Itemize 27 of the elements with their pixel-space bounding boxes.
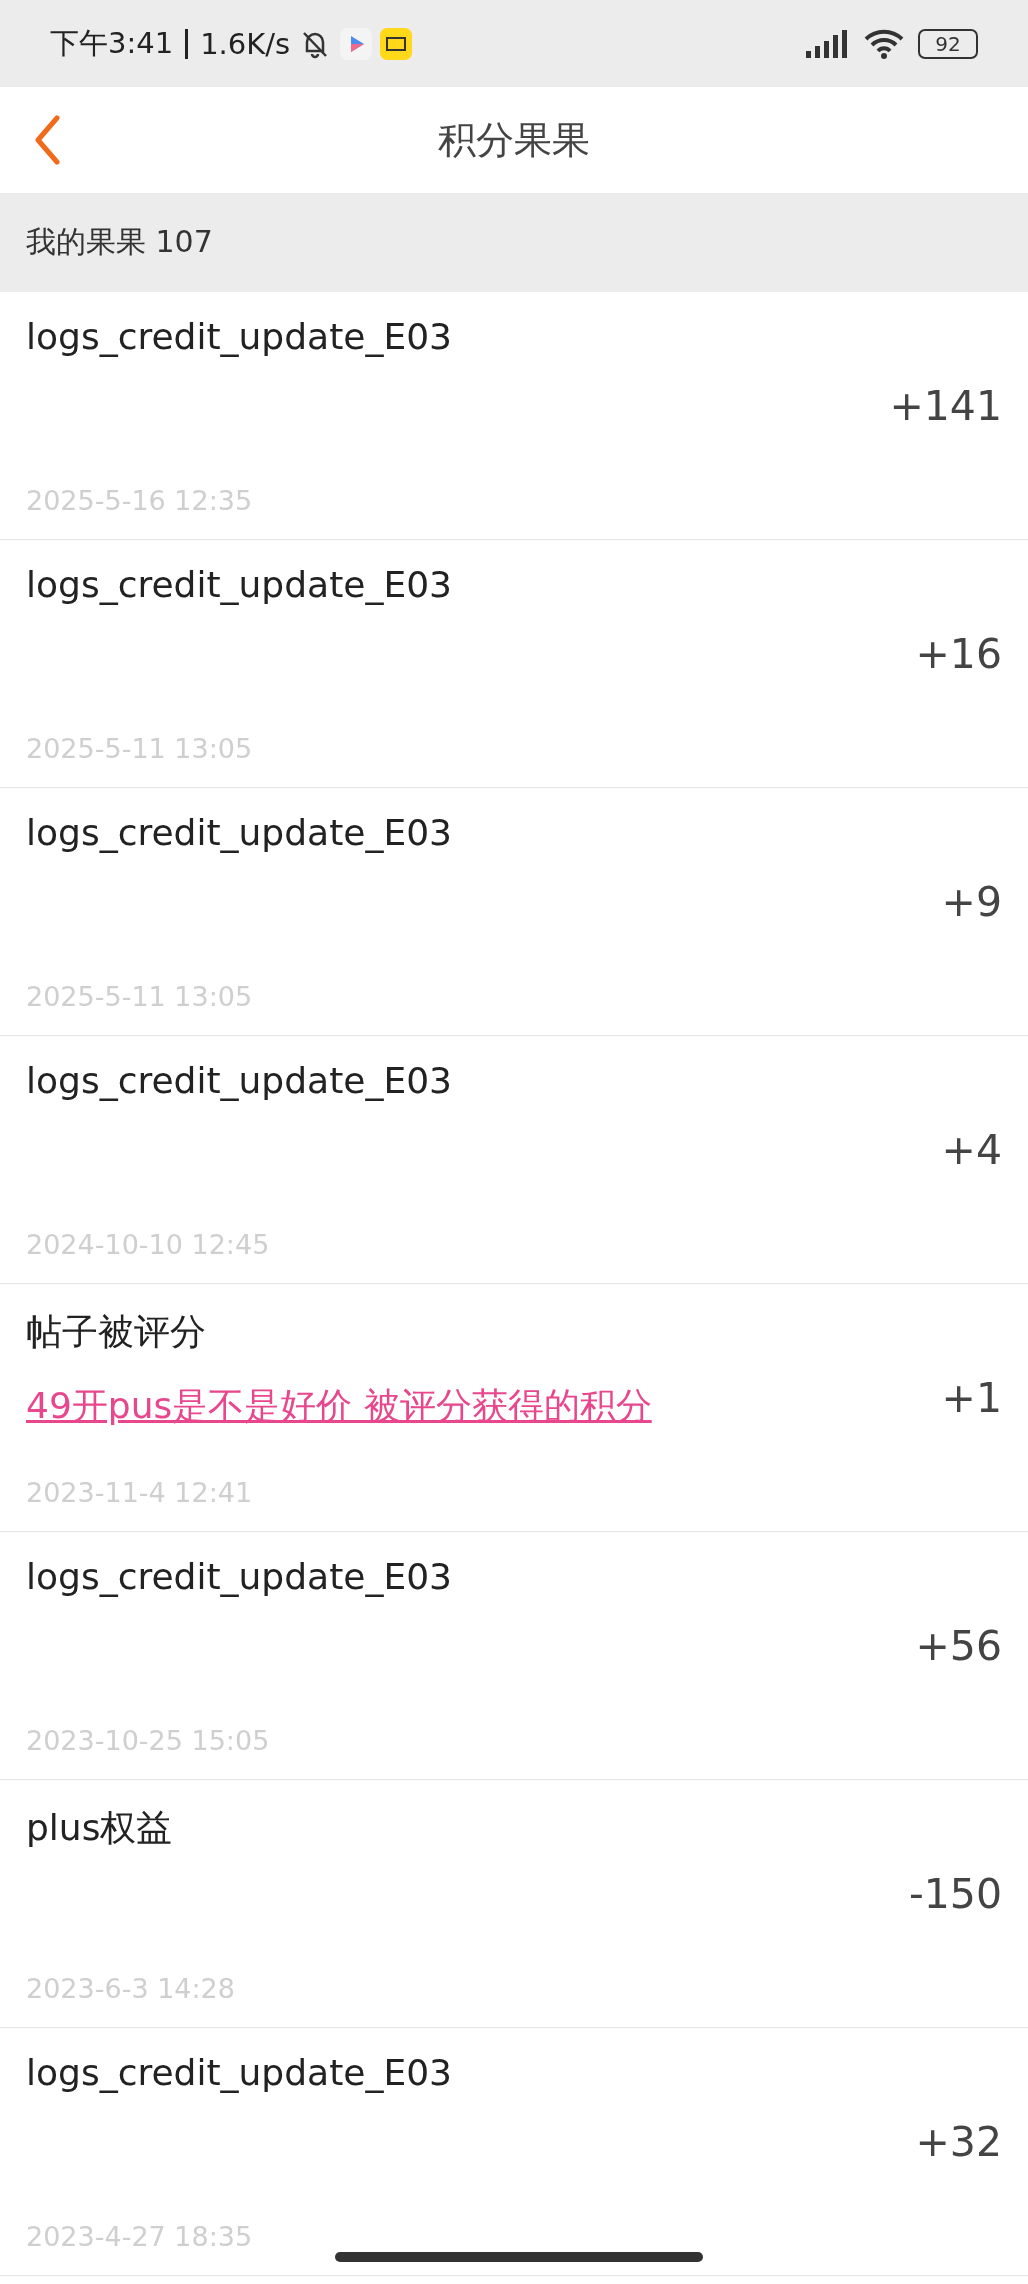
battery-icon: 92 xyxy=(918,28,978,59)
points-amount: +9 xyxy=(941,877,1002,926)
back-icon[interactable] xyxy=(34,115,60,165)
post-link[interactable]: 49开pus是不是好价 被评分获得的积分 xyxy=(26,1382,652,1431)
signal-icon xyxy=(804,28,850,59)
page-title: 积分果果 xyxy=(438,116,590,164)
app-icon xyxy=(380,27,413,60)
points-amount: +56 xyxy=(915,1621,1002,1670)
record-title: plus权益 xyxy=(26,1805,174,1850)
wifi-icon xyxy=(864,28,904,59)
app-icon xyxy=(340,27,373,60)
record-title: logs_credit_update_E03 xyxy=(26,563,452,605)
record-title: logs_credit_update_E03 xyxy=(26,315,452,357)
status-time: 下午3:41 xyxy=(50,24,174,62)
points-amount: +32 xyxy=(915,2117,1002,2166)
record-title: logs_credit_update_E03 xyxy=(26,1059,452,1101)
points-amount: -150 xyxy=(908,1869,1002,1918)
network-speed: 1.6K/s xyxy=(200,26,291,61)
record-title: 帖子被评分 xyxy=(26,1309,207,1354)
points-amount: +1 xyxy=(941,1373,1002,1422)
points-amount: +16 xyxy=(915,629,1002,678)
record-title: logs_credit_update_E03 xyxy=(26,811,452,853)
points-total: 我的果果 107 xyxy=(26,223,213,261)
record-title: logs_credit_update_E03 xyxy=(26,2051,452,2093)
points-amount: +4 xyxy=(941,1125,1002,1174)
record-title: logs_credit_update_E03 xyxy=(26,1555,452,1597)
points-amount: +141 xyxy=(889,381,1002,430)
